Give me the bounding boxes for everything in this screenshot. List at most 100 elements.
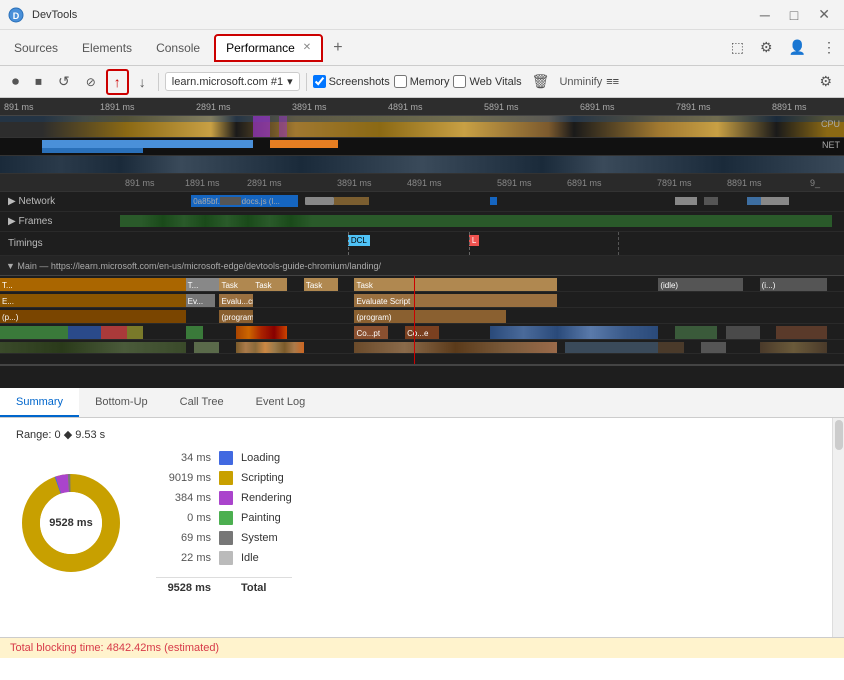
- tab-call-tree[interactable]: Call Tree: [164, 388, 240, 417]
- summary-content-main: Range: 0 ◆ 9.53 s: [0, 418, 832, 658]
- status-bar: Total blocking time: 4842.42ms (estimate…: [0, 637, 844, 658]
- rendering-color: [219, 491, 233, 505]
- total-label: Total: [241, 582, 266, 594]
- tab-performance-label: Performance: [226, 41, 295, 55]
- task-block-2: Task: [219, 278, 253, 292]
- delete-button[interactable]: 🗑: [526, 70, 556, 93]
- ruler-mark-0: 891 ms: [4, 102, 34, 112]
- cpu-bar: CPU: [0, 116, 844, 138]
- unminify-icon: ≡≡: [606, 76, 619, 88]
- task-initial: T...: [0, 278, 186, 292]
- screenshots-checkbox[interactable]: Screenshots: [313, 75, 390, 88]
- task-green-2: [186, 326, 203, 340]
- tab-sources[interactable]: Sources: [4, 34, 68, 62]
- download-button[interactable]: ↓: [133, 71, 152, 93]
- legend-loading: 34 ms Loading: [156, 451, 292, 465]
- ruler-mark-5: 5891 ms: [484, 102, 519, 112]
- scripting-color: [219, 471, 233, 485]
- new-tab-button[interactable]: +: [327, 37, 348, 59]
- loading-value: 34 ms: [156, 452, 211, 464]
- close-button[interactable]: ✕: [812, 4, 836, 25]
- more-options-icon[interactable]: ⋮: [818, 35, 840, 60]
- share-icon[interactable]: 👤: [785, 35, 810, 60]
- task-block-5: Task: [354, 278, 557, 292]
- task-row5-6: [658, 342, 683, 354]
- timings-label: Timings: [0, 238, 120, 249]
- rendering-label: Rendering: [241, 492, 292, 504]
- url-selector[interactable]: learn.microsoft.com #1 ▾: [165, 72, 300, 91]
- webvitals-checkbox[interactable]: Web Vitals: [453, 75, 521, 88]
- tab-close-icon[interactable]: ✕: [303, 42, 311, 53]
- bottom-panel: Summary Bottom-Up Call Tree Event Log Ra…: [0, 388, 844, 658]
- task-evaluate-1: Evalu...cript: [219, 294, 253, 308]
- network-track-label: ▶ Network: [0, 196, 120, 207]
- task-row5-1: [0, 342, 186, 354]
- task-come: Co...e: [405, 326, 439, 340]
- system-label: System: [241, 532, 278, 544]
- scripting-label: Scripting: [241, 472, 284, 484]
- net-segment-3: [270, 140, 338, 148]
- idle-value: 22 ms: [156, 552, 211, 564]
- clear-button[interactable]: ⊘: [80, 72, 102, 92]
- dcl-marker: DCL: [348, 235, 370, 246]
- ruler-mark-1: 1891 ms: [100, 102, 135, 112]
- bottom-scrollbar[interactable]: [832, 418, 844, 658]
- scripting-value: 9019 ms: [156, 472, 211, 484]
- task-evaluate-2: Evaluate Script: [354, 294, 557, 308]
- legend-idle: 22 ms Idle: [156, 551, 292, 565]
- task-yellow-1: [127, 326, 144, 340]
- task-p-1: (p...): [0, 310, 186, 324]
- status-text: Total blocking time: 4842.42ms (estimate…: [10, 642, 219, 654]
- stop-button[interactable]: ⏹: [29, 70, 48, 93]
- devtools-icon: D: [8, 7, 24, 23]
- dock-icon[interactable]: ⬚: [727, 35, 748, 60]
- reload-button[interactable]: ↺: [52, 70, 76, 93]
- main-thread-label: ▼ Main — https://learn.microsoft.com/en-…: [6, 261, 381, 271]
- net-segment-2: [42, 148, 143, 153]
- tab-elements[interactable]: Elements: [72, 34, 142, 62]
- thread-row-2: E... Ev... Evalu...cript Evaluate Script: [0, 292, 844, 308]
- task-red-1: [101, 326, 126, 340]
- tab-event-log[interactable]: Event Log: [240, 388, 322, 417]
- summary-area: Range: 0 ◆ 9.53 s: [0, 418, 832, 604]
- scrollbar-thumb[interactable]: [835, 420, 843, 450]
- unminify-label: Unminify: [559, 76, 602, 88]
- ruler-mark-7: 7891 ms: [676, 102, 711, 112]
- range-label: Range: 0 ◆ 9.53 s: [16, 428, 816, 441]
- task-gray-1: [726, 326, 760, 340]
- thread-row-5: [0, 340, 844, 354]
- system-value: 69 ms: [156, 532, 211, 544]
- maximize-button[interactable]: □: [784, 5, 804, 25]
- task-row5-7: [701, 342, 726, 354]
- tab-bottom-up[interactable]: Bottom-Up: [79, 388, 164, 417]
- ruler-mark-2: 2891 ms: [196, 102, 231, 112]
- net-label: NET: [822, 140, 840, 150]
- separator-1: [158, 73, 159, 91]
- net-bar: NET: [0, 138, 844, 156]
- settings-icon[interactable]: ⚙: [756, 35, 777, 60]
- frames-track: ▶ Frames: [0, 212, 844, 232]
- task-block-4: Task: [304, 278, 338, 292]
- minimize-button[interactable]: ─: [754, 5, 776, 25]
- tab-performance[interactable]: Performance ✕: [214, 34, 323, 62]
- donut-center-label: 9528 ms: [49, 517, 92, 529]
- legend: 34 ms Loading 9019 ms Scripting 384 ms: [156, 451, 292, 594]
- ruler-mark-3: 3891 ms: [292, 102, 327, 112]
- idle-label: Idle: [241, 552, 259, 564]
- task-green-1: [0, 326, 68, 340]
- thread-row-3: (p...) (program) (program): [0, 308, 844, 324]
- record-button[interactable]: ⏺: [6, 70, 25, 93]
- url-text: learn.microsoft.com #1: [172, 76, 283, 88]
- tab-summary[interactable]: Summary: [0, 388, 79, 417]
- frames-track-label: ▶ Frames: [0, 216, 120, 227]
- timings-content: DCL L: [120, 232, 832, 255]
- upload-button[interactable]: ↑: [106, 69, 129, 95]
- frames-track-content: [120, 212, 832, 231]
- task-row5-4: [354, 342, 557, 354]
- track-ruler-2: 891 ms 1891 ms 2891 ms 3891 ms 4891 ms 5…: [0, 174, 844, 192]
- panel-settings-icon[interactable]: ⚙: [813, 70, 838, 93]
- memory-checkbox[interactable]: Memory: [394, 75, 450, 88]
- loading-label: Loading: [241, 452, 280, 464]
- task-ev-1: E...: [0, 294, 186, 308]
- tab-console[interactable]: Console: [146, 34, 210, 62]
